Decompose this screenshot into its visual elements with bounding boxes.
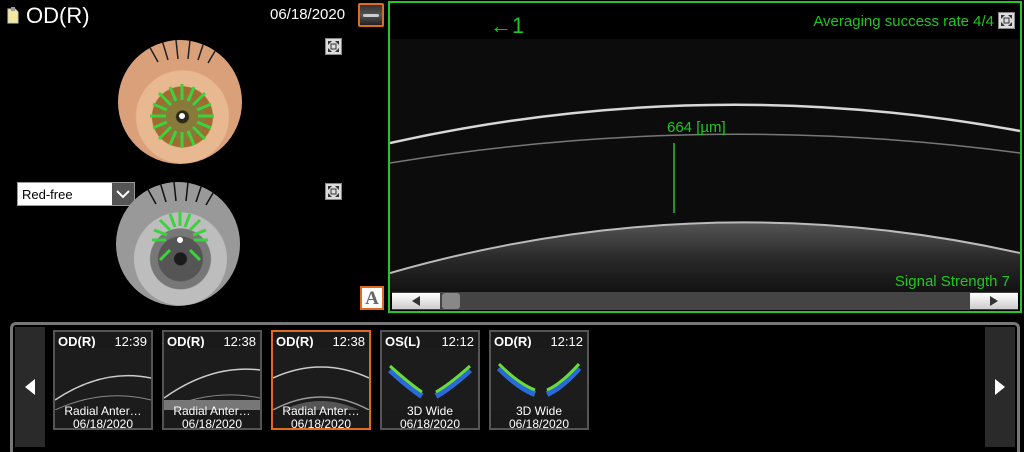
- color-fundus-image[interactable]: [118, 40, 242, 164]
- thumbnail-card[interactable]: OD(R) 12:12 3D Wide 06/18/2020: [489, 330, 589, 430]
- thumb-scan-image: [55, 348, 151, 410]
- thumb-eye: OD(R): [494, 334, 532, 349]
- thumbnail-card[interactable]: OD(R) 12:38 Radial Anter… 06/18/2020: [162, 330, 262, 430]
- thumb-time: 12:38: [223, 334, 256, 349]
- thumb-time: 12:12: [441, 334, 474, 349]
- thumb-type: Radial Anter…: [64, 404, 142, 418]
- expand-icon[interactable]: [325, 38, 342, 55]
- thumb-time: 12:38: [332, 334, 365, 349]
- thumb-date: 06/18/2020: [181, 417, 243, 430]
- thumb-date: 06/18/2020: [290, 417, 352, 430]
- thumbnail-card[interactable]: OS(L) 12:12 3D Wide 06/18/2020: [380, 330, 480, 430]
- expand-icon[interactable]: [325, 183, 342, 200]
- triangle-right-icon[interactable]: [970, 293, 1018, 309]
- eye-header: OD(R): [6, 2, 90, 30]
- triangle-right-icon[interactable]: [985, 327, 1015, 447]
- thumb-time: 12:12: [550, 334, 583, 349]
- thumb-type: Radial Anter…: [173, 404, 251, 418]
- thumb-type: 3D Wide: [515, 404, 562, 418]
- thumbnail-card-selected[interactable]: OD(R) 12:38 Radial Anter… 06/18/2020: [271, 330, 371, 430]
- thumb-date: 06/18/2020: [399, 417, 461, 430]
- thumb-eye: OD(R): [167, 334, 205, 349]
- exam-date: 06/18/2020: [270, 6, 346, 23]
- oct-view-toggle-button[interactable]: [358, 3, 384, 27]
- triangle-left-icon[interactable]: [15, 327, 45, 447]
- thumb-scan-image: [273, 348, 369, 410]
- thumb-eye: OD(R): [276, 334, 314, 349]
- eye-label: OD(R): [26, 3, 90, 28]
- scan-scrollbar[interactable]: [392, 292, 1018, 310]
- annotation-button[interactable]: A: [360, 286, 384, 310]
- thumb-time: 12:39: [114, 334, 147, 349]
- averaging-status: Averaging success rate 4/4: [813, 13, 994, 30]
- thickness-measurement: 664 [µm]: [667, 119, 726, 136]
- document-icon: [6, 7, 20, 25]
- scan-direction-label: ←1: [490, 13, 525, 38]
- thumb-date: 06/18/2020: [72, 417, 134, 430]
- thumbnail-strip: OD(R) 12:39 Radial Anter… 06/18/2020 OD(R…: [10, 322, 1020, 452]
- scroll-thumb[interactable]: [442, 293, 460, 309]
- thumb-scan-image: [164, 348, 260, 410]
- thumb-scan-image: [491, 348, 587, 410]
- red-free-fundus-image[interactable]: [116, 182, 240, 306]
- thumb-date: 06/18/2020: [508, 417, 570, 430]
- thumb-scan-image: [382, 348, 478, 410]
- oct-scan-image: [390, 39, 1020, 293]
- signal-strength: Signal Strength 7: [894, 273, 1010, 290]
- thumb-type: 3D Wide: [406, 404, 453, 418]
- triangle-left-icon[interactable]: [392, 293, 440, 309]
- thumb-eye: OS(L): [385, 334, 421, 349]
- thumbnail-card[interactable]: OD(R) 12:39 Radial Anter… 06/18/2020: [53, 330, 153, 430]
- filter-value: Red-free: [22, 186, 73, 202]
- oct-bscan-view[interactable]: ←1 Averaging success rate 4/4 664 [µm] S…: [388, 1, 1022, 313]
- thumb-type: Radial Anter…: [282, 404, 360, 418]
- thumb-eye: OD(R): [58, 334, 96, 349]
- expand-icon[interactable]: [998, 12, 1015, 29]
